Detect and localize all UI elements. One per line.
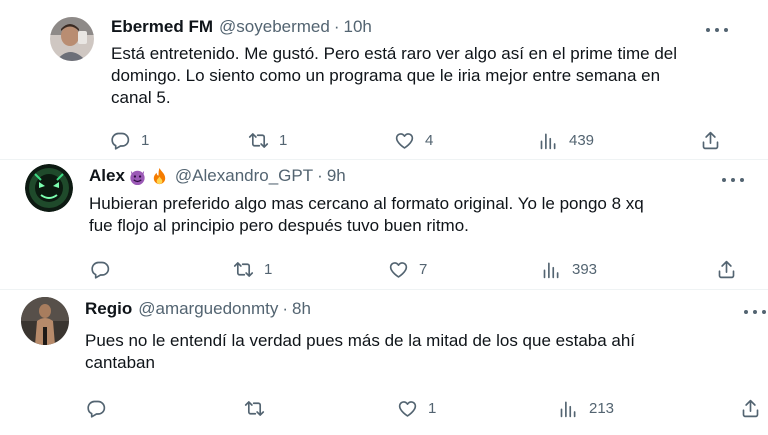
views-count: 213 <box>589 400 615 417</box>
avatar[interactable] <box>25 164 73 212</box>
tweet-header: Alex @Alexandro_GPT · 9h <box>89 166 346 186</box>
timestamp[interactable]: 9h <box>327 166 346 186</box>
separator-dot: · <box>282 299 289 318</box>
display-name[interactable]: Regio <box>85 299 132 319</box>
user-handle[interactable]: @soyebermed <box>219 17 330 37</box>
tweet-ebermed[interactable]: Ebermed FM @soyebermed · 10h Está entret… <box>0 0 768 160</box>
more-icon[interactable] <box>706 25 728 35</box>
retweet-icon <box>233 259 254 280</box>
like-button[interactable]: 4 <box>394 130 433 151</box>
share-button[interactable] <box>716 259 737 280</box>
views-count: 439 <box>569 132 595 149</box>
user-handle[interactable]: @amarguedonmty <box>138 299 278 319</box>
avatar-photo <box>21 297 69 345</box>
retweet-button[interactable] <box>244 398 275 419</box>
retweet-count: 1 <box>264 261 273 278</box>
heart-icon <box>388 259 409 280</box>
like-count: 4 <box>425 132 434 149</box>
separator-dot: · <box>317 166 323 185</box>
reply-icon <box>90 259 111 280</box>
share-button[interactable] <box>740 398 761 419</box>
timestamp[interactable]: 8h <box>292 299 311 319</box>
share-button[interactable] <box>700 130 721 151</box>
reply-count: 1 <box>141 132 150 149</box>
display-name[interactable]: Ebermed FM <box>111 17 213 37</box>
text-line: Pues no le entendí la verdad pues más de… <box>85 331 636 350</box>
text-line: fue flojo al principio pero después tuvo… <box>89 216 469 235</box>
like-count: 1 <box>428 400 437 417</box>
text-line: canal 5. <box>111 88 171 107</box>
avatar[interactable] <box>50 17 94 61</box>
heart-icon <box>394 130 415 151</box>
fire-emoji <box>150 167 169 186</box>
action-bar: 1 1 4 439 <box>0 130 768 154</box>
share-icon <box>716 259 737 280</box>
avatar[interactable] <box>21 297 69 345</box>
views-icon <box>538 130 559 151</box>
like-button[interactable]: 1 <box>397 398 436 419</box>
separator-dot: · <box>333 17 340 36</box>
more-icon[interactable] <box>744 307 766 317</box>
reply-button[interactable] <box>86 398 117 419</box>
tweet-header: Ebermed FM @soyebermed · 10h <box>111 17 372 37</box>
tweet-text: Pues no le entendí la verdad pues más de… <box>85 330 755 374</box>
tweet-text: Está entretenido. Me gustó. Pero está ra… <box>111 43 751 109</box>
text-line: cantaban <box>85 353 155 372</box>
like-count: 7 <box>419 261 428 278</box>
views-count: 393 <box>572 261 598 278</box>
action-bar: 1 213 <box>0 398 768 422</box>
views-icon <box>541 259 562 280</box>
views-icon <box>558 398 579 419</box>
user-handle[interactable]: @Alexandro_GPT <box>175 166 313 186</box>
like-button[interactable]: 7 <box>388 259 427 280</box>
text-line: Está entretenido. Me gustó. Pero está ra… <box>111 44 678 63</box>
retweet-icon <box>244 398 265 419</box>
views-button[interactable]: 393 <box>541 259 597 280</box>
reply-icon <box>110 130 131 151</box>
tweet-regio[interactable]: Regio @amarguedonmty · 8h Pues no le ent… <box>0 290 768 435</box>
tweet-text: Hubieran preferido algo mas cercano al f… <box>89 193 754 237</box>
views-button[interactable]: 213 <box>558 398 614 419</box>
more-icon[interactable] <box>722 175 744 185</box>
tweet-header: Regio @amarguedonmty · 8h <box>85 299 311 319</box>
text-line: domingo. Lo siento como un programa que … <box>111 66 661 85</box>
timestamp[interactable]: 10h <box>344 17 372 37</box>
tweet-alex[interactable]: Alex @Alexandro_GPT · 9h Hubieran prefer… <box>0 160 768 290</box>
avatar-image <box>25 164 73 212</box>
smiling-devil-emoji <box>128 167 147 186</box>
retweet-icon <box>248 130 269 151</box>
display-name[interactable]: Alex <box>89 166 125 186</box>
share-icon <box>740 398 761 419</box>
reply-icon <box>86 398 107 419</box>
views-button[interactable]: 439 <box>538 130 594 151</box>
reply-button[interactable]: 1 <box>110 130 149 151</box>
share-icon <box>700 130 721 151</box>
avatar-photo <box>50 17 94 61</box>
action-bar: 1 7 393 <box>0 259 768 283</box>
retweet-count: 1 <box>279 132 288 149</box>
heart-icon <box>397 398 418 419</box>
text-line: Hubieran preferido algo mas cercano al f… <box>89 194 644 213</box>
retweet-button[interactable]: 1 <box>248 130 287 151</box>
retweet-button[interactable]: 1 <box>233 259 272 280</box>
reply-button[interactable] <box>90 259 121 280</box>
